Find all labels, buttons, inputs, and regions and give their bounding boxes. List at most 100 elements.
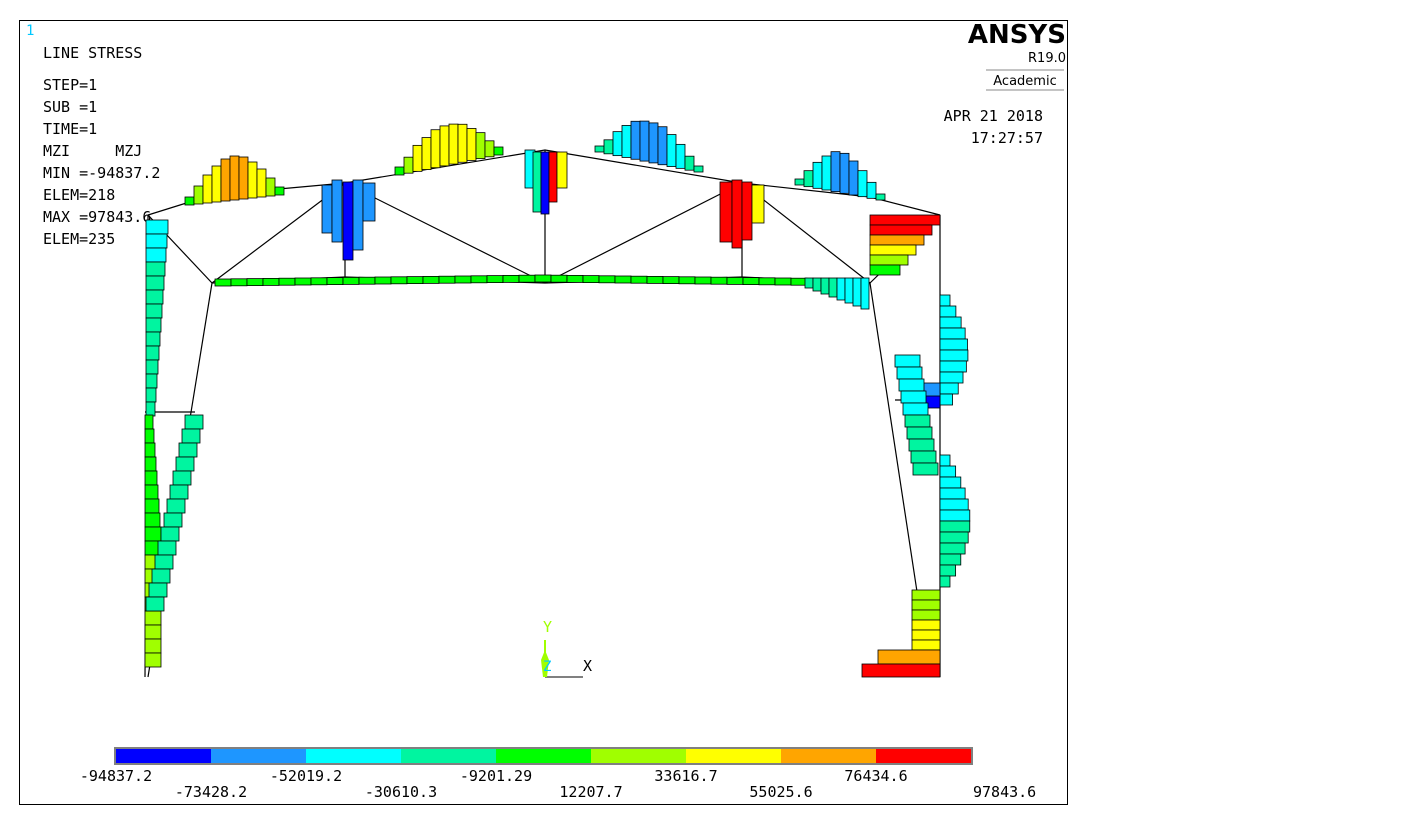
stress-bar: [466, 128, 477, 161]
stress-bar: [820, 277, 830, 295]
stress-bar: [639, 120, 650, 162]
stress-bar: [148, 582, 168, 598]
stress-bar: [214, 278, 232, 287]
stress-bar: [710, 276, 728, 285]
stress-bar: [202, 174, 213, 204]
stress-bar: [830, 151, 841, 193]
stress-bar: [939, 498, 969, 511]
stress-bar: [412, 144, 423, 172]
stress-bar: [193, 185, 204, 205]
stress-bar: [422, 275, 440, 284]
stress-bar: [144, 414, 154, 430]
stress-bar: [403, 156, 414, 174]
info-max-elem: ELEM=235: [43, 230, 115, 248]
stress-bar: [144, 638, 162, 654]
stress-bar: [939, 338, 968, 351]
stress-bar: [144, 512, 161, 528]
stress-bar: [646, 275, 664, 284]
stress-bar: [860, 277, 870, 310]
legend-swatch: [686, 749, 781, 763]
stress-bar: [229, 155, 240, 201]
stress-bar: [598, 275, 616, 284]
stress-bar: [869, 224, 933, 236]
stress-bar: [869, 234, 925, 246]
stress-bar: [939, 327, 966, 340]
stress-bar: [662, 276, 680, 285]
stress-bar: [175, 456, 195, 472]
info-max: MAX =97843.6: [43, 208, 151, 226]
legend-swatch: [591, 749, 686, 763]
stress-bar: [486, 275, 504, 284]
stress-bar: [151, 568, 171, 584]
stress-bar: [939, 360, 967, 373]
stress-bar: [869, 254, 909, 266]
stress-bar: [790, 277, 808, 286]
stress-diagram: [144, 120, 971, 678]
stress-bar: [869, 214, 941, 226]
stress-bar: [911, 589, 941, 601]
stress-bar: [742, 277, 760, 286]
stress-bar: [475, 132, 486, 160]
stress-bar: [540, 151, 550, 215]
stress-bar: [326, 277, 344, 286]
stress-bar: [869, 264, 901, 276]
triad-z-label: Z: [543, 659, 551, 675]
stress-bar: [362, 182, 376, 222]
stress-bar: [518, 274, 536, 283]
stress-bar: [163, 512, 183, 528]
stress-bar: [666, 134, 677, 167]
stress-bar: [246, 278, 264, 287]
stress-bar: [548, 151, 558, 203]
stress-bar: [902, 402, 929, 416]
legend-label: -94837.2: [80, 767, 152, 785]
stress-bar: [438, 275, 456, 284]
stress-bar: [220, 158, 231, 202]
stress-bar: [181, 428, 201, 444]
stress-bar: [911, 619, 941, 631]
stress-bar: [454, 275, 472, 284]
stress-bar: [342, 276, 360, 285]
stress-bar: [172, 470, 192, 486]
stress-bar: [939, 531, 969, 544]
stress-bar: [534, 274, 552, 283]
stress-bar: [731, 179, 743, 249]
stress-bar: [274, 186, 285, 196]
stress-bar: [875, 193, 886, 201]
stress-bar: [145, 247, 167, 263]
stress-bar: [939, 465, 957, 478]
stress-bar: [684, 155, 695, 171]
stress-bar: [331, 179, 343, 243]
stress-bar: [678, 276, 696, 285]
stress-bar: [145, 261, 166, 277]
stress-bar: [154, 554, 174, 570]
stress-bar: [145, 359, 159, 375]
stress-bar: [256, 168, 267, 198]
stress-bar: [144, 428, 155, 444]
legend-swatch: [306, 749, 401, 763]
stress-bar: [352, 179, 364, 251]
stress-bar: [751, 184, 765, 224]
legend-swatch: [116, 749, 211, 763]
stress-bar: [247, 161, 258, 199]
stress-bar: [741, 181, 753, 241]
stress-bar: [630, 120, 641, 160]
triad-x-label: X: [583, 657, 592, 675]
plot-canvas: 1 LINE STRESS STEP=1 SUB =1 TIME=1 MZI M…: [26, 20, 1066, 801]
logo-version: R19.0: [1028, 51, 1066, 66]
stress-bar: [145, 373, 158, 389]
stress-bar: [758, 277, 776, 286]
stress-bar: [144, 498, 160, 514]
stress-bar: [906, 426, 933, 440]
stress-bar: [836, 277, 846, 301]
stress-bar: [848, 160, 859, 196]
legend-label: 33616.7: [654, 767, 717, 785]
stress-bar: [166, 498, 186, 514]
info-items: MZI MZJ: [43, 142, 142, 160]
stress-bar: [869, 244, 917, 256]
stress-bar: [939, 371, 964, 384]
stress-bar: [439, 125, 450, 167]
stress-bar: [421, 137, 432, 170]
stress-bar: [358, 276, 376, 285]
stress-bar: [603, 139, 614, 155]
stress-bar: [912, 462, 939, 476]
